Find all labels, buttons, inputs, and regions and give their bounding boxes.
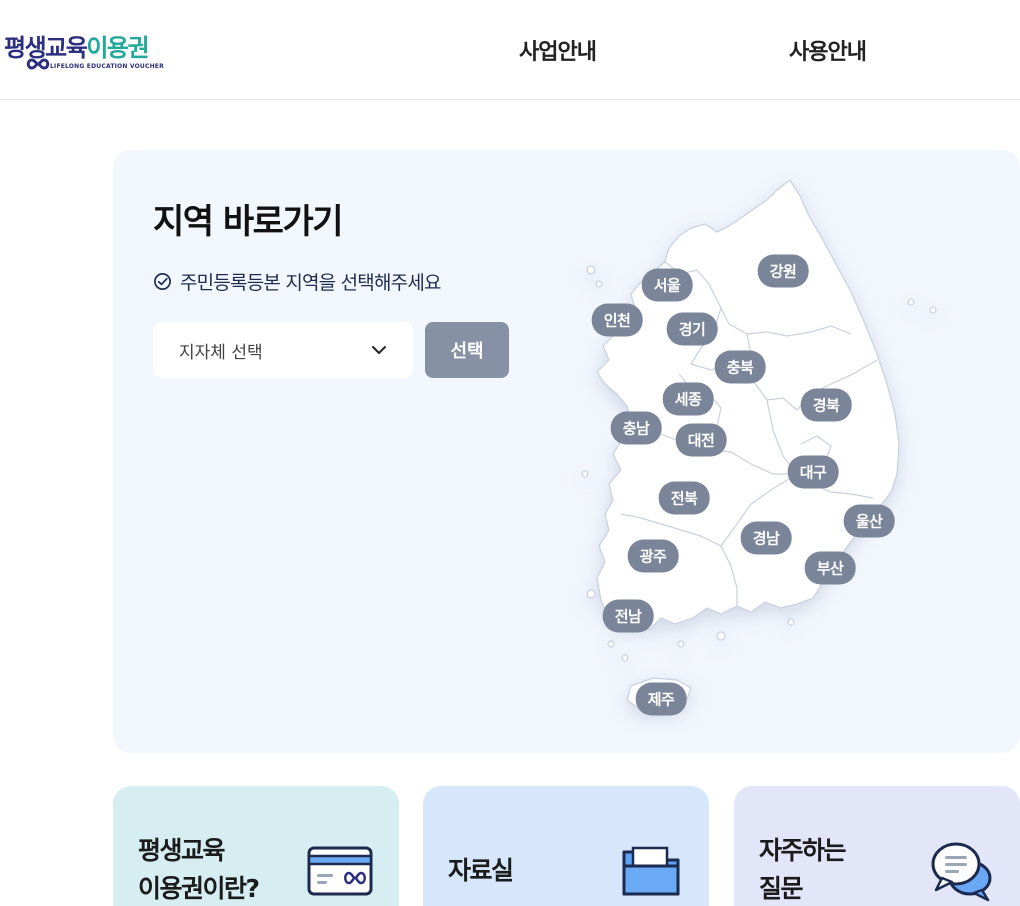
region-notice-text: 주민등록등본 지역을 선택해주세요 bbox=[180, 272, 441, 294]
infinity-logo-icon bbox=[26, 58, 50, 70]
region-badge-jeju[interactable]: 제주 bbox=[635, 682, 687, 716]
municipality-select-value: 지자체 선택 bbox=[179, 342, 263, 363]
region-badge-daegu[interactable]: 대구 bbox=[787, 455, 839, 489]
select-button[interactable]: 선택 bbox=[425, 322, 509, 378]
region-badge-chungbuk[interactable]: 충북 bbox=[714, 350, 766, 384]
region-badge-chungnam[interactable]: 충남 bbox=[610, 411, 662, 445]
region-badge-jeonnam[interactable]: 전남 bbox=[602, 599, 654, 633]
card-voucher-info-title: 평생교육 이용권이란? bbox=[138, 832, 260, 906]
korea-map-shape bbox=[581, 179, 937, 713]
card-faq-line1: 자주하는 bbox=[759, 836, 847, 865]
card-faq-title: 자주하는 질문 bbox=[759, 832, 847, 906]
site-header: 평생교육이용권 LIFELONG EDUCATION VOUCHER 사업안내 … bbox=[0, 0, 1020, 100]
region-badge-daejeon[interactable]: 대전 bbox=[675, 423, 727, 457]
chat-bubble-icon bbox=[931, 842, 992, 902]
card-voucher-info[interactable]: 평생교육 이용권이란? bbox=[113, 786, 399, 906]
nav-business-info[interactable]: 사업안내 bbox=[519, 34, 597, 66]
card-voucher-info-line2: 이용권이란? bbox=[138, 874, 260, 903]
region-badge-incheon[interactable]: 인천 bbox=[591, 303, 643, 337]
region-notice: 주민등록등본 지역을 선택해주세요 bbox=[153, 268, 441, 295]
card-faq[interactable]: 자주하는 질문 bbox=[734, 786, 1020, 906]
region-badge-gyeonggi[interactable]: 경기 bbox=[666, 312, 718, 346]
voucher-card-icon bbox=[307, 846, 373, 896]
card-voucher-info-line1: 평생교육 bbox=[138, 836, 226, 865]
chevron-down-icon bbox=[372, 346, 386, 354]
region-badge-gyeongbuk[interactable]: 경북 bbox=[800, 388, 852, 422]
check-circle-icon bbox=[154, 273, 171, 290]
card-archive[interactable]: 자료실 bbox=[423, 786, 709, 906]
region-badge-sejong[interactable]: 세종 bbox=[662, 382, 714, 416]
region-badge-seoul[interactable]: 서울 bbox=[641, 268, 693, 302]
region-shortcut-panel: 지역 바로가기 주민등록등본 지역을 선택해주세요 지자체 선택 선택 서울 인… bbox=[113, 150, 1020, 753]
folder-icon bbox=[622, 846, 680, 896]
site-logo[interactable]: 평생교육이용권 LIFELONG EDUCATION VOUCHER bbox=[4, 28, 164, 76]
region-badge-gangwon[interactable]: 강원 bbox=[757, 254, 809, 288]
korea-map: 서울 인천 경기 강원 충북 세종 충남 대전 경북 대구 전북 울산 경남 광… bbox=[561, 174, 961, 734]
region-badge-jeonbuk[interactable]: 전북 bbox=[658, 481, 710, 515]
region-title: 지역 바로가기 bbox=[153, 202, 344, 242]
municipality-select[interactable]: 지자체 선택 bbox=[153, 322, 413, 378]
region-badge-gwangju[interactable]: 광주 bbox=[627, 539, 679, 573]
logo-text-part2: 이용권 bbox=[86, 34, 149, 62]
logo-subtitle: LIFELONG EDUCATION VOUCHER bbox=[50, 63, 164, 70]
nav-usage-guide[interactable]: 사용안내 bbox=[789, 34, 867, 66]
region-badge-ulsan[interactable]: 울산 bbox=[843, 504, 895, 538]
region-badge-busan[interactable]: 부산 bbox=[804, 551, 856, 585]
region-badge-gyeongnam[interactable]: 경남 bbox=[740, 521, 792, 555]
card-archive-title: 자료실 bbox=[448, 856, 514, 885]
card-faq-line2: 질문 bbox=[759, 874, 804, 903]
